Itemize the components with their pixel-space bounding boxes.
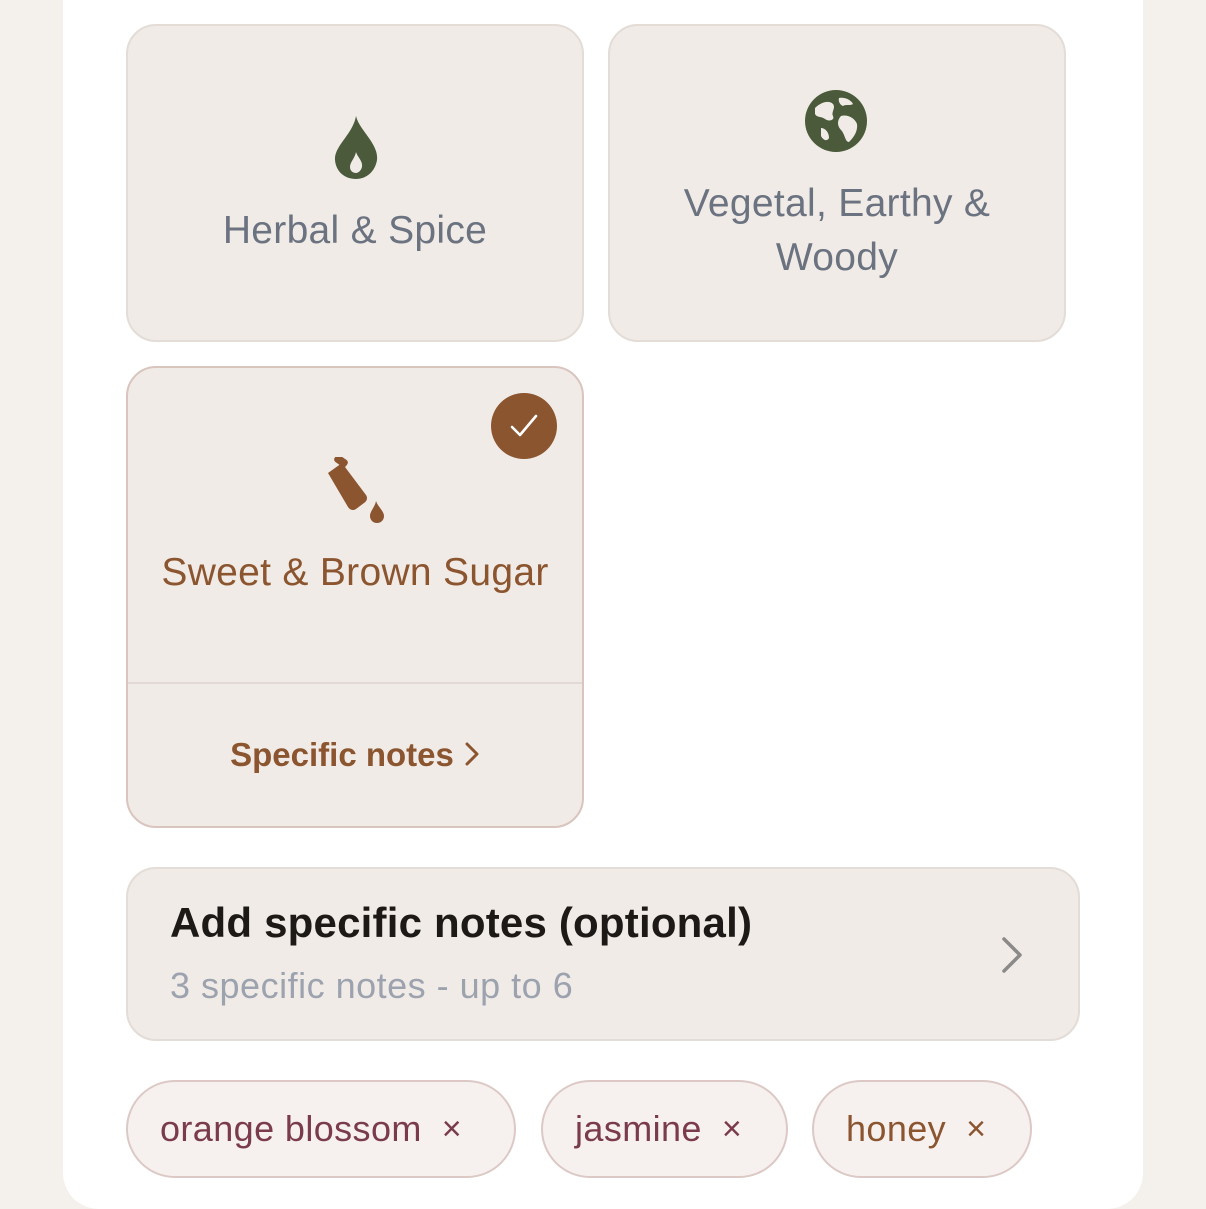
chevron-right-icon [465, 742, 479, 766]
specific-notes-label: Specific notes [230, 736, 454, 773]
category-card-sweet-brown-sugar[interactable]: Sweet & Brown Sugar Specific notes [126, 366, 584, 828]
note-chip-orange-blossom: orange blossom × [126, 1080, 516, 1178]
note-chip-honey: honey × [812, 1080, 1032, 1178]
card-divider [128, 682, 582, 684]
globe-icon [803, 88, 869, 159]
chip-label: orange blossom [160, 1108, 422, 1149]
chip-label: honey [846, 1108, 947, 1149]
category-card-herbal-spice[interactable]: Herbal & Spice [126, 24, 584, 342]
honey-pour-icon [320, 454, 386, 528]
category-label: Sweet & Brown Sugar [161, 551, 549, 594]
remove-chip-icon[interactable]: × [442, 1110, 462, 1149]
category-label: Herbal & Spice [222, 209, 488, 252]
add-notes-subtitle: 3 specific notes - up to 6 [170, 965, 574, 1006]
fire-icon [331, 116, 381, 185]
note-chip-jasmine: jasmine × [541, 1080, 788, 1178]
chevron-right-icon [1000, 935, 1024, 980]
category-label: Vegetal, Earthy & Woody [683, 182, 991, 279]
add-specific-notes-button[interactable]: Add specific notes (optional) 3 specific… [126, 867, 1080, 1041]
remove-chip-icon[interactable]: × [966, 1110, 986, 1149]
chip-label: jasmine [575, 1108, 702, 1149]
add-notes-title: Add specific notes (optional) [170, 899, 753, 946]
specific-notes-link[interactable]: Specific notes [128, 728, 582, 782]
category-card-vegetal-earthy-woody[interactable]: Vegetal, Earthy & Woody [608, 24, 1066, 342]
selected-check-icon [491, 393, 557, 459]
remove-chip-icon[interactable]: × [722, 1110, 742, 1149]
